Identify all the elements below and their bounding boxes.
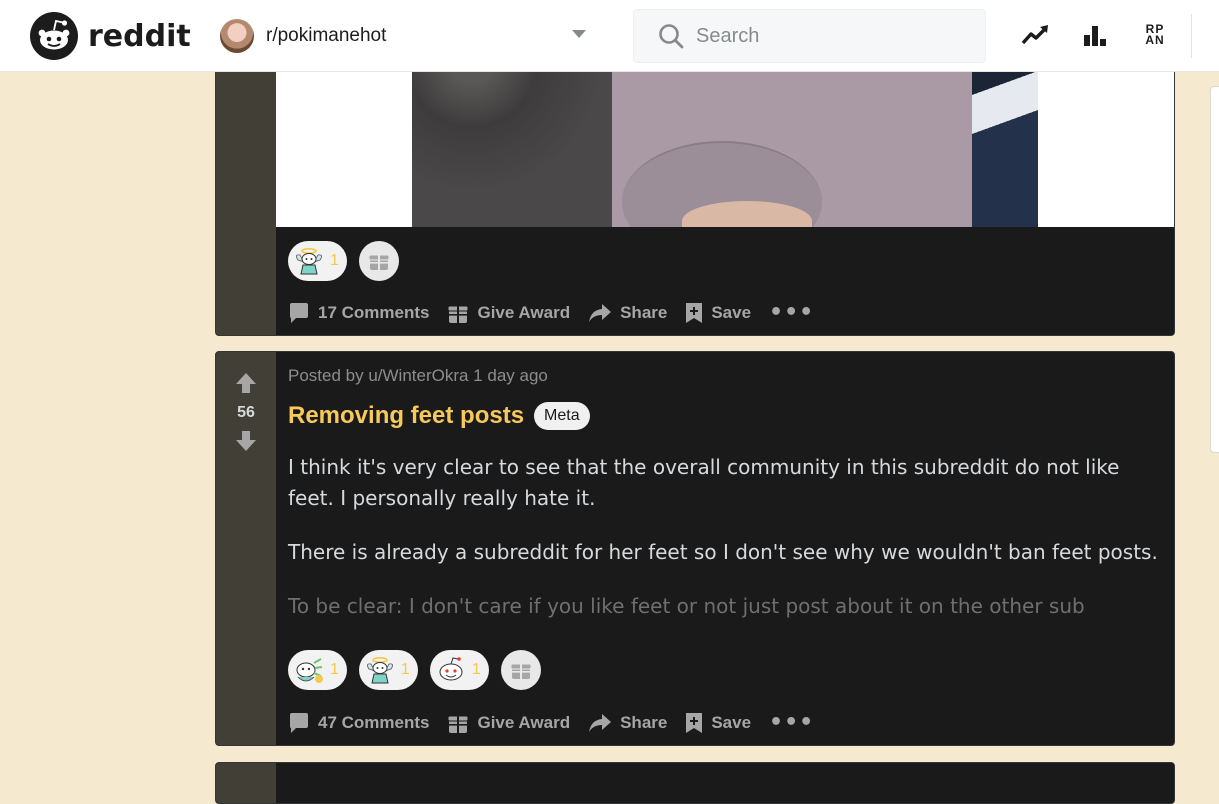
search-bar[interactable] <box>633 9 986 63</box>
leaderboard-icon[interactable] <box>1080 20 1110 50</box>
search-input[interactable] <box>694 23 978 49</box>
reddit-logo[interactable]: reddit <box>30 12 191 60</box>
header-divider <box>1191 14 1192 58</box>
gift-icon <box>368 254 390 270</box>
save-label: Save <box>711 713 752 732</box>
angel-award-icon <box>294 246 324 276</box>
post-card[interactable]: 56 Posted by u/WinterOkra 1 day ago Remo… <box>215 351 1175 746</box>
comments-count: 47 Comments <box>318 713 430 732</box>
top-header: reddit r/pokimanehot RPAN <box>0 0 1219 72</box>
give-award-label: Give Award <box>477 713 571 732</box>
share-icon <box>589 714 612 732</box>
award-badge[interactable]: 1 <box>288 650 347 690</box>
share-label: Share <box>620 303 668 322</box>
award-count: 1 <box>330 252 339 269</box>
downvote-icon[interactable] <box>235 430 257 452</box>
award-count: 1 <box>330 661 339 678</box>
post-actions: 47 Comments Give Award Share Save ••• <box>288 712 814 734</box>
snoo-logo-icon <box>30 12 78 60</box>
comments-button[interactable]: 47 Comments <box>288 712 429 734</box>
rpan-label: RPAN <box>1145 22 1165 47</box>
gift-icon <box>447 715 469 733</box>
give-award-label: Give Award <box>477 303 571 322</box>
comments-button[interactable]: 17 Comments <box>288 302 429 324</box>
snoo-award-icon <box>436 655 466 685</box>
give-award-badge[interactable] <box>500 650 541 690</box>
vote-controls: 56 <box>216 372 276 452</box>
give-award-button[interactable]: Give Award <box>447 302 570 324</box>
post-meta[interactable]: Posted by u/WinterOkra 1 day ago <box>288 366 548 386</box>
vote-column <box>216 763 276 803</box>
upvote-icon[interactable] <box>235 372 257 394</box>
award-badge[interactable]: 1 <box>288 241 347 281</box>
award-count: 1 <box>471 661 481 678</box>
bookmark-add-icon <box>686 303 703 323</box>
awards-row: 1 1 1 <box>288 650 541 690</box>
save-button[interactable]: Save <box>685 302 751 324</box>
gift-icon <box>510 663 532 679</box>
right-sidebar-card <box>1210 86 1219 453</box>
body-paragraph: To be clear: I don't care if you like fe… <box>288 594 1085 618</box>
title-row: Removing feet posts Meta <box>288 402 590 430</box>
angel-award-icon <box>365 655 395 685</box>
post-actions: 17 Comments Give Award Share Save ••• <box>288 302 814 324</box>
search-icon <box>659 24 684 49</box>
share-button[interactable]: Share <box>588 303 667 323</box>
award-count: 1 <box>400 661 410 678</box>
share-icon <box>589 304 612 322</box>
body-paragraph: I think it's very clear to see that the … <box>288 455 1120 510</box>
comments-count: 17 Comments <box>318 303 430 322</box>
award-badge[interactable]: 1 <box>429 650 489 690</box>
gift-icon <box>447 305 469 323</box>
give-award-button[interactable]: Give Award <box>447 712 570 734</box>
body-paragraph: There is already a subreddit for her fee… <box>288 540 1158 564</box>
give-award-badge[interactable] <box>358 241 399 281</box>
post-body[interactable]: I think it's very clear to see that the … <box>288 452 1168 645</box>
post-title[interactable]: Removing feet posts <box>288 402 524 430</box>
awards-row: 1 <box>288 241 399 281</box>
trending-icon[interactable] <box>1020 20 1050 50</box>
logo-wordmark: reddit <box>88 18 191 54</box>
subreddit-name: r/pokimanehot <box>266 25 387 46</box>
bookmark-add-icon <box>686 713 703 733</box>
post-card[interactable] <box>215 762 1175 804</box>
save-label: Save <box>711 303 752 322</box>
share-label: Share <box>620 713 668 732</box>
award-badge[interactable]: 1 <box>358 650 418 690</box>
post-flair[interactable]: Meta <box>534 402 590 430</box>
save-button[interactable]: Save <box>685 712 751 734</box>
comment-icon <box>290 713 308 733</box>
chevron-down-icon <box>572 30 586 38</box>
more-options-button[interactable]: ••• <box>769 302 814 324</box>
subreddit-avatar <box>220 19 254 53</box>
wholesome-award-icon <box>294 655 324 685</box>
rpan-icon[interactable]: RPAN <box>1140 20 1170 50</box>
subreddit-selector[interactable]: r/pokimanehot <box>220 16 590 56</box>
comment-icon <box>290 303 308 323</box>
more-options-button[interactable]: ••• <box>769 712 814 734</box>
vote-score: 56 <box>237 404 255 421</box>
share-button[interactable]: Share <box>588 713 667 733</box>
